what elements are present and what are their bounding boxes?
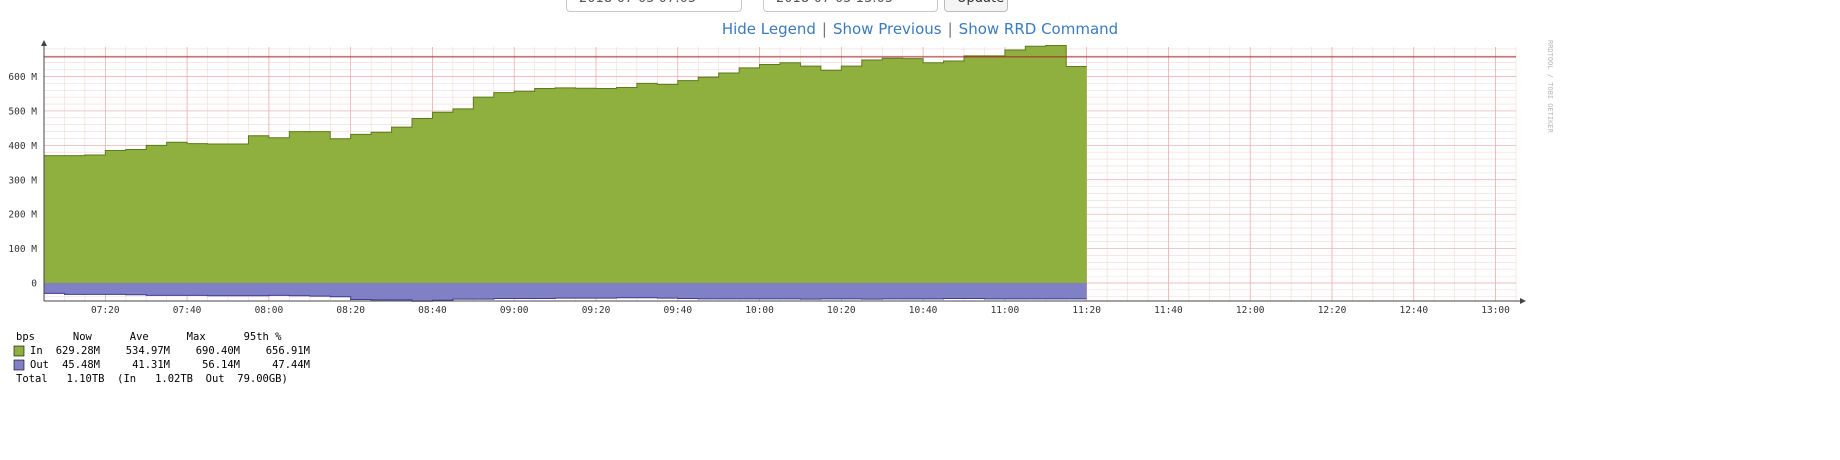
- x-tick-label: 08:40: [418, 305, 447, 316]
- y-tick-label: 500 M: [8, 106, 37, 117]
- x-tick-label: 07:20: [91, 305, 120, 316]
- y-tick-label: 400 M: [8, 141, 37, 152]
- x-tick-label: 08:00: [255, 305, 284, 316]
- legend-out-swatch: [13, 359, 25, 371]
- legend-in-swatch: [13, 345, 25, 357]
- x-tick-label: 12:20: [1318, 305, 1347, 316]
- legend-out-now: 45.48M: [62, 359, 100, 371]
- x-tick-label: 12:40: [1399, 305, 1428, 316]
- rrdtool-watermark: RRDTOOL / TOBI OETIKER: [1546, 40, 1554, 134]
- y-tick-label: 600 M: [8, 72, 37, 83]
- legend-in-ave: 534.97M: [126, 345, 170, 357]
- x-tick-label: 11:20: [1072, 305, 1101, 316]
- start-date-input[interactable]: 2018-07-05 07:05: [566, 0, 742, 12]
- legend: bps Now Ave Max 95th % In 629.28M 534.97…: [13, 331, 310, 385]
- legend-out-label: Out: [30, 359, 49, 371]
- series-area-in: [44, 45, 1087, 284]
- hide-legend-link[interactable]: Hide Legend: [722, 20, 816, 38]
- legend-out-ave: 41.31M: [132, 359, 170, 371]
- legend-header: bps Now Ave Max 95th %: [16, 331, 282, 343]
- x-tick-label: 10:40: [909, 305, 938, 316]
- traffic-chart: 600 M 500 M 400 M 300 M 200 M 100 M 0 07:20 07:4…: [8, 40, 1554, 385]
- y-tick-label: 0: [31, 279, 37, 290]
- y-tick-label: 200 M: [8, 210, 37, 221]
- y-axis-arrow: [41, 40, 47, 46]
- x-tick-label: 09:00: [500, 305, 529, 316]
- graph-links: Hide Legend | Show Previous | Show RRD Comma…: [0, 20, 1840, 38]
- x-tick-label: 11:00: [991, 305, 1020, 316]
- x-tick-label: 11:40: [1154, 305, 1183, 316]
- area-layer: [44, 45, 1516, 302]
- x-tick-label: 12:00: [1236, 305, 1265, 316]
- x-tick-label: 08:20: [336, 305, 365, 316]
- legend-total: Total 1.10TB (In 1.02TB Out 79.00GB): [16, 373, 288, 385]
- legend-in-max: 690.40M: [196, 345, 240, 357]
- legend-in-label: In: [30, 345, 43, 357]
- link-separator: |: [947, 20, 953, 38]
- legend-out-p95: 47.44M: [272, 359, 310, 371]
- link-separator: |: [821, 20, 827, 38]
- y-tick-label: 100 M: [8, 244, 37, 255]
- update-button[interactable]: Update: [944, 0, 1008, 12]
- x-tick-label: 09:20: [582, 305, 611, 316]
- y-tick-label: 300 M: [8, 175, 37, 186]
- x-tick-label: 10:00: [745, 305, 774, 316]
- x-tick-label: 13:00: [1481, 305, 1510, 316]
- legend-in-p95: 656.91M: [266, 345, 310, 357]
- end-date-input[interactable]: 2018-07-05 13:05: [763, 0, 938, 12]
- show-rrd-command-link[interactable]: Show RRD Command: [959, 20, 1119, 38]
- show-previous-link[interactable]: Show Previous: [833, 20, 942, 38]
- x-tick-label: 07:40: [173, 305, 202, 316]
- x-tick-label: 10:20: [827, 305, 856, 316]
- x-tick-label: 09:40: [663, 305, 692, 316]
- legend-in-now: 629.28M: [56, 345, 100, 357]
- x-axis-arrow: [1520, 298, 1526, 304]
- legend-out-max: 56.14M: [202, 359, 240, 371]
